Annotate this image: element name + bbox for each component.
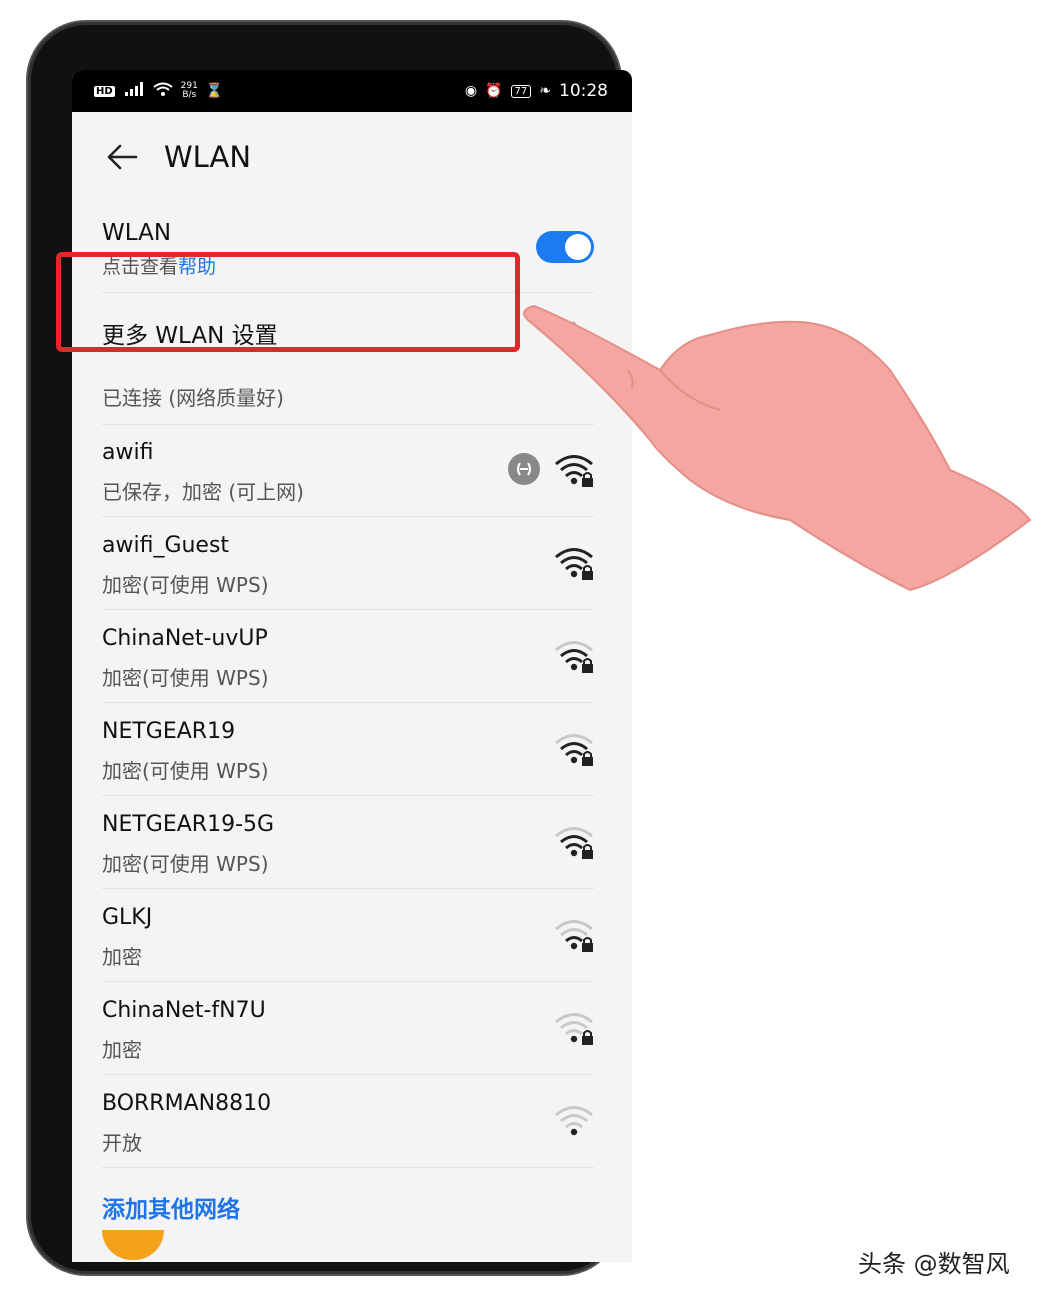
pointing-hand-illustration — [523, 304, 1032, 592]
wifi-signal-icon — [554, 1010, 594, 1046]
network-name: ChinaNet-fN7U — [102, 998, 266, 1023]
network-name: awifi — [102, 440, 154, 465]
connected-status: 已连接 (网络质量好) — [102, 386, 284, 410]
network-name: ChinaNet-uvUP — [102, 626, 268, 651]
screen: HD 291 B/s ⌛ ◉ ⏰ 77 ❧ 10:28 WLAN WLAN 点击… — [72, 70, 632, 1262]
eye-icon: ◉ — [464, 83, 478, 99]
highlight-box — [56, 252, 520, 352]
wifi-signal-icon — [554, 824, 594, 860]
watermark: 头条 @数智风 — [858, 1250, 1010, 1278]
back-arrow-icon[interactable] — [102, 137, 142, 177]
battery-indicator: 77 — [510, 84, 532, 98]
network-status: 加密(可使用 WPS) — [102, 573, 269, 597]
network-row[interactable]: NETGEAR19 加密(可使用 WPS) — [102, 703, 594, 796]
wifi-signal-icon — [554, 731, 594, 767]
leaf-icon: ❧ — [539, 83, 551, 99]
network-status: 加密 — [102, 945, 142, 969]
speed-unit: B/s — [182, 90, 197, 100]
wlan-label: WLAN — [102, 220, 172, 246]
hd-badge: HD — [94, 85, 115, 97]
network-status: 开放 — [102, 1131, 142, 1155]
alarm-icon: ⏰ — [485, 83, 503, 99]
hourglass-icon: ⌛ — [205, 83, 224, 99]
wlan-toggle-switch[interactable] — [536, 231, 594, 263]
network-row[interactable]: GLKJ 加密 — [102, 889, 594, 982]
clock: 10:28 — [559, 81, 608, 101]
page-title: WLAN — [164, 140, 252, 174]
network-row[interactable]: ChinaNet-uvUP 加密(可使用 WPS) — [102, 610, 594, 703]
app-icon-peek — [102, 1230, 164, 1260]
wifi-signal-icon — [554, 1103, 594, 1139]
wifi-status-icon — [153, 82, 173, 100]
network-row[interactable]: NETGEAR19-5G 加密(可使用 WPS) — [102, 796, 594, 889]
network-status: 加密(可使用 WPS) — [102, 759, 269, 783]
wifi-signal-icon — [554, 917, 594, 953]
network-status: 加密(可使用 WPS) — [102, 852, 269, 876]
phone-frame: HD 291 B/s ⌛ ◉ ⏰ 77 ❧ 10:28 WLAN WLAN 点击… — [28, 22, 632, 1274]
network-name: GLKJ — [102, 905, 153, 930]
network-name: awifi_Guest — [102, 533, 230, 558]
status-bar: HD 291 B/s ⌛ ◉ ⏰ 77 ❧ 10:28 — [72, 70, 632, 112]
network-row[interactable]: ChinaNet-fN7U 加密 — [102, 982, 594, 1075]
wifi-signal-icon — [554, 638, 594, 674]
network-row[interactable]: BORRMAN8810 开放 — [102, 1075, 594, 1168]
network-name: BORRMAN8810 — [102, 1091, 272, 1116]
network-status: 已保存，加密 (可上网) — [102, 480, 304, 504]
network-status: 加密(可使用 WPS) — [102, 666, 269, 690]
app-header: WLAN — [72, 112, 632, 202]
toggle-knob — [565, 234, 591, 260]
network-status: 加密 — [102, 1038, 142, 1062]
network-name: NETGEAR19 — [102, 719, 236, 744]
add-other-network-link[interactable]: 添加其他网络 — [102, 1190, 240, 1224]
signal-icon — [123, 82, 145, 100]
network-name: NETGEAR19-5G — [102, 812, 275, 837]
network-speed: 291 B/s — [181, 82, 198, 100]
